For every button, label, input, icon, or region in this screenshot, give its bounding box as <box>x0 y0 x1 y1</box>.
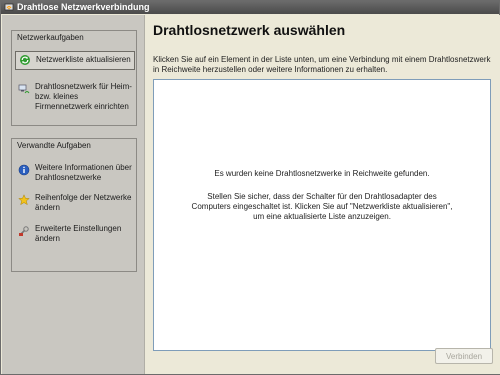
related-tasks-panel: Verwandte Aufgaben Weitere Informationen… <box>11 138 137 272</box>
related-tasks-title: Verwandte Aufgaben <box>17 141 91 150</box>
more-info-wireless-label: Weitere Informationen über Drahtlosnetzw… <box>35 163 132 182</box>
advanced-settings-label: Erweiterte Einstellungen ändern <box>35 224 122 243</box>
network-tasks-panel: Netzwerkaufgaben Netzwerkliste aktualisi… <box>11 30 137 126</box>
change-network-order-label: Reihenfolge der Netzwerke ändern <box>35 193 132 212</box>
no-networks-message: Es wurden keine Drahtlosnetzwerke in Rei… <box>214 169 430 178</box>
setup-home-network-label: Drahtlosnetzwerk für Heim- bzw. kleines … <box>35 82 132 111</box>
star-icon <box>18 194 30 206</box>
refresh-network-list-label: Netzwerkliste aktualisieren <box>36 55 131 64</box>
refresh-icon <box>20 55 30 65</box>
refresh-network-list-task[interactable]: Netzwerkliste aktualisieren <box>15 51 135 70</box>
instructions-text: Klicken Sie auf ein Element in der Liste… <box>153 55 491 74</box>
advanced-settings-icon <box>19 226 29 236</box>
page-title: Drahtlosnetzwerk auswählen <box>153 22 346 38</box>
wireless-network-list[interactable]: Es wurden keine Drahtlosnetzwerke in Rei… <box>153 79 491 351</box>
network-tasks-title: Netzwerkaufgaben <box>17 33 84 42</box>
task-sidebar: Netzwerkaufgaben Netzwerkliste aktualisi… <box>2 15 144 374</box>
info-icon <box>18 164 30 176</box>
no-networks-hint: Stellen Sie sicher, dass der Schalter fü… <box>191 192 453 221</box>
window-title: Drahtlose Netzwerkverbindung <box>17 2 150 12</box>
wireless-connection-window: Drahtlose Netzwerkverbindung Netzwerkauf… <box>0 0 500 375</box>
connect-button[interactable]: Verbinden <box>435 348 493 364</box>
more-info-wireless-task[interactable]: Weitere Informationen über Drahtlosnetzw… <box>15 163 133 185</box>
main-content: Drahtlosnetzwerk auswählen Klicken Sie a… <box>144 15 500 374</box>
wireless-network-icon <box>4 3 14 11</box>
network-setup-icon <box>18 84 30 94</box>
change-network-order-task[interactable]: Reihenfolge der Netzwerke ändern <box>15 193 133 215</box>
advanced-settings-task[interactable]: Erweiterte Einstellungen ändern <box>15 224 133 246</box>
setup-home-network-task[interactable]: Drahtlosnetzwerk für Heim- bzw. kleines … <box>15 82 133 116</box>
title-bar[interactable]: Drahtlose Netzwerkverbindung <box>1 1 499 14</box>
